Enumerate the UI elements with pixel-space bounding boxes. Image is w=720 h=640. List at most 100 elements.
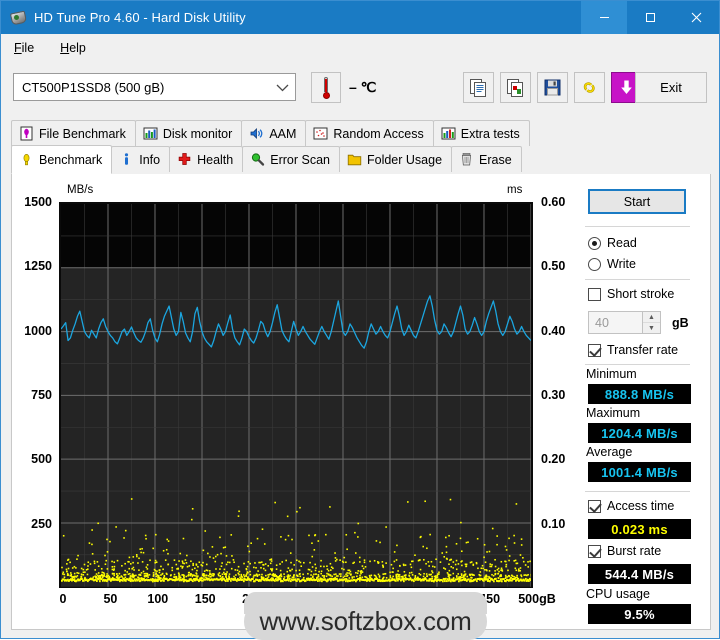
link-button[interactable]: [574, 72, 605, 103]
menu-file[interactable]: File: [1, 38, 47, 58]
folder-usage-icon: [347, 152, 362, 167]
checkbox-burst-rate-indicator: [588, 545, 601, 558]
divider-3: [585, 364, 690, 365]
checkbox-short-stroke-label: Short stroke: [607, 287, 674, 301]
cpu-usage-label: CPU usage: [586, 587, 650, 601]
cpu-usage-value: 9.5%: [588, 604, 691, 624]
temperature-indicator: [311, 72, 341, 103]
tab-extra-tests-label: Extra tests: [461, 127, 520, 141]
maximize-button[interactable]: [627, 1, 673, 34]
tab-erase[interactable]: Erase: [451, 146, 522, 172]
divider-4: [585, 491, 690, 492]
health-cross-icon: [177, 152, 192, 167]
checkbox-short-stroke[interactable]: Short stroke: [588, 287, 674, 301]
short-stroke-stepper[interactable]: 40 ▲ ▼: [588, 311, 661, 334]
chart-x-tick: 150: [195, 592, 216, 606]
chart-y-tick: 1250: [24, 259, 52, 273]
menu-help[interactable]: Help: [47, 38, 99, 58]
average-value: 1001.4 MB/s: [588, 462, 691, 482]
tab-error-scan-label: Error Scan: [270, 153, 330, 167]
maximum-value: 1204.4 MB/s: [588, 423, 691, 443]
menu-bar: File Help: [1, 34, 719, 61]
tab-row-upper: File Benchmark Disk monitor: [11, 120, 529, 146]
radio-read-indicator: [588, 237, 601, 250]
tab-folder-usage-label: Folder Usage: [367, 153, 442, 167]
disk-monitor-icon: [143, 126, 158, 141]
tab-info[interactable]: Info: [111, 146, 170, 172]
radio-write[interactable]: Write: [588, 257, 636, 271]
tab-benchmark[interactable]: Benchmark: [11, 145, 112, 174]
chart-x-tick: 500gB: [518, 592, 556, 606]
tab-folder-usage[interactable]: Folder Usage: [339, 146, 452, 172]
divider-2: [585, 279, 690, 280]
tab-aam-label: AAM: [269, 127, 296, 141]
chevron-down-icon: [276, 74, 289, 100]
chart-y-tick: 1000: [24, 324, 52, 338]
tab-health-label: Health: [197, 153, 233, 167]
checkbox-access-time[interactable]: Access time: [588, 499, 674, 513]
drive-select-value: CT500P1SSD8 (500 gB): [14, 80, 164, 95]
tab-extra-tests[interactable]: Extra tests: [433, 120, 530, 146]
info-icon: [119, 152, 134, 167]
checkbox-burst-rate[interactable]: Burst rate: [588, 544, 661, 558]
benchmark-icon: [19, 152, 34, 167]
chart-y-tick: 500: [31, 452, 52, 466]
chart-x-tick: 0: [60, 592, 67, 606]
download-icon: [617, 78, 636, 97]
stepper-down-icon[interactable]: ▼: [643, 323, 660, 333]
save-button[interactable]: [537, 72, 568, 103]
benchmark-chart: MB/s ms 250500750100012501500 0.100.200.…: [12, 174, 557, 628]
benchmark-controls: Start Read Write Short stroke 40 ▲ ▼: [560, 174, 711, 628]
radio-write-label: Write: [607, 257, 636, 271]
chart-y-tick: 750: [31, 388, 52, 402]
short-stroke-value: 40: [589, 316, 609, 330]
stepper-up-icon[interactable]: ▲: [643, 312, 660, 323]
tab-aam[interactable]: AAM: [241, 120, 306, 146]
error-scan-magnifier-icon: [250, 152, 265, 167]
chart-y-tick: 250: [31, 517, 52, 531]
copy-text-icon: [469, 78, 488, 97]
tab-disk-monitor[interactable]: Disk monitor: [135, 120, 242, 146]
minimize-button[interactable]: [581, 1, 627, 34]
tab-disk-monitor-label: Disk monitor: [163, 127, 232, 141]
link-icon: [580, 78, 599, 97]
close-button[interactable]: [673, 1, 719, 34]
chart-y-unit: MB/s: [67, 184, 93, 196]
toolbar: CT500P1SSD8 (500 gB) – ℃: [1, 61, 719, 119]
exit-button[interactable]: Exit: [635, 72, 707, 103]
watermark: www.softzbox.com: [244, 603, 487, 640]
copy-text-button[interactable]: [463, 72, 494, 103]
radio-write-indicator: [588, 258, 601, 271]
start-button[interactable]: Start: [588, 189, 686, 214]
minimum-value: 888.8 MB/s: [588, 384, 691, 404]
chart-y-axis-labels: 250500750100012501500: [12, 202, 57, 588]
chart-y2-unit: ms: [507, 184, 522, 196]
drive-select[interactable]: CT500P1SSD8 (500 gB): [13, 73, 296, 101]
tab-health[interactable]: Health: [169, 146, 243, 172]
chart-x-tick: 100: [147, 592, 168, 606]
average-label: Average: [586, 445, 632, 459]
tab-row-lower: Benchmark Info Health: [11, 146, 521, 174]
tab-random-access[interactable]: Random Access: [305, 120, 433, 146]
tab-random-access-label: Random Access: [333, 127, 423, 141]
checkbox-short-stroke-indicator: [588, 288, 601, 301]
menu-file-label: ile: [22, 41, 35, 55]
hdd-icon: [11, 10, 27, 26]
thermometer-icon: [322, 77, 330, 99]
access-time-value: 0.023 ms: [588, 519, 691, 539]
temperature-value: – ℃: [349, 79, 376, 96]
radio-read[interactable]: Read: [588, 236, 637, 250]
hd-tune-window: HD Tune Pro 4.60 - Hard Disk Utility Min…: [0, 0, 720, 639]
tab-erase-label: Erase: [479, 153, 512, 167]
tab-file-benchmark[interactable]: File Benchmark: [11, 120, 136, 146]
tab-info-label: Info: [139, 153, 160, 167]
copy-image-button[interactable]: [500, 72, 531, 103]
checkbox-access-time-label: Access time: [607, 499, 674, 513]
checkbox-transfer-rate[interactable]: Transfer rate: [588, 343, 678, 357]
checkbox-transfer-rate-label: Transfer rate: [607, 343, 678, 357]
stepper-arrows[interactable]: ▲ ▼: [642, 312, 660, 333]
short-stroke-unit: gB: [672, 316, 689, 330]
title-bar: HD Tune Pro 4.60 - Hard Disk Utility: [1, 1, 719, 34]
copy-image-icon: [506, 78, 525, 97]
tab-error-scan[interactable]: Error Scan: [242, 146, 340, 172]
